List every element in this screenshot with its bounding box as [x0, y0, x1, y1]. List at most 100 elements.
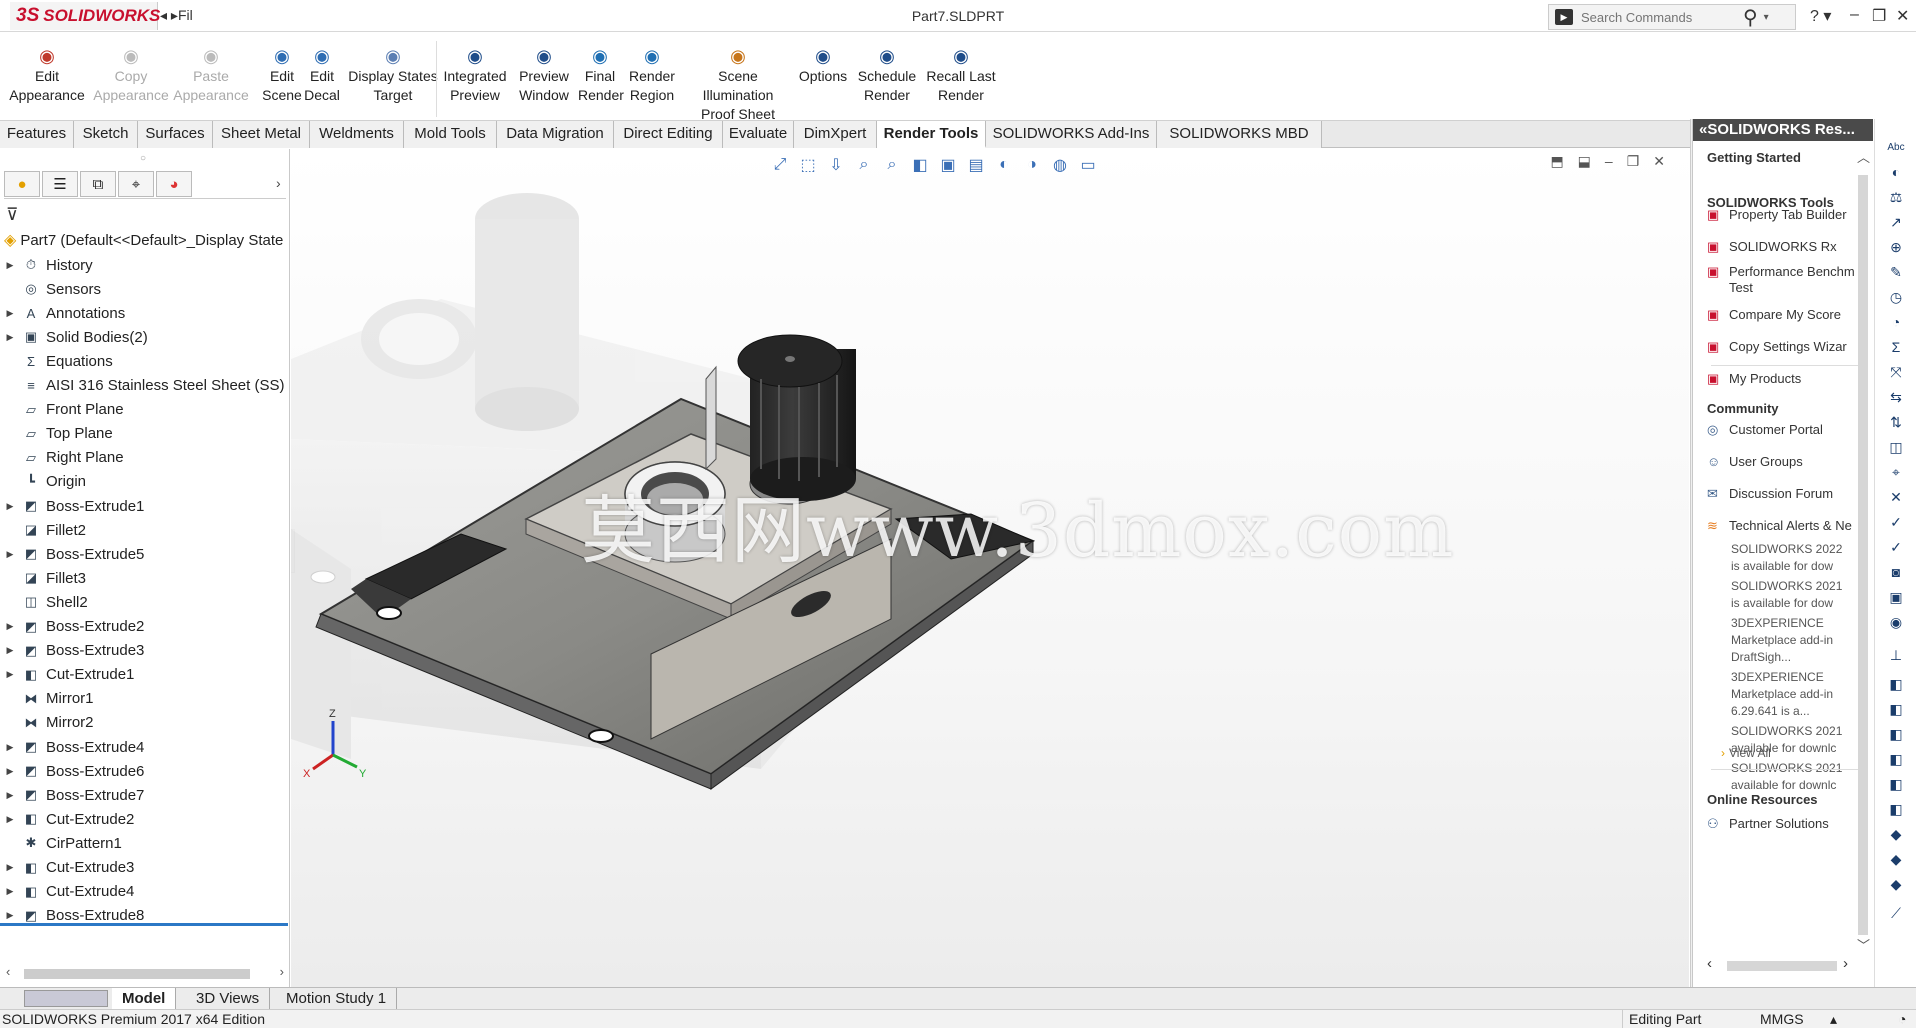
tab-evaluate[interactable]: Evaluate [723, 121, 794, 148]
part-root-node[interactable]: ◈ Part7 (Default<<Default>_Display State [4, 229, 290, 251]
expand-arrow-icon[interactable]: ▶ [0, 910, 20, 921]
tool-link[interactable]: ▣ Copy Settings Wizar [1707, 339, 1847, 355]
check-icon[interactable]: ◔ [1886, 312, 1906, 332]
property-manager-tab-icon[interactable]: ☰ [42, 171, 78, 197]
tree-node[interactable]: ⧓ Mirror1 [0, 687, 290, 711]
command-12[interactable]: ◉ Schedule Render [857, 47, 917, 105]
interference-icon[interactable]: ⤧ [1886, 362, 1906, 382]
tree-node[interactable]: ✱ CirPattern1 [0, 831, 290, 855]
community-link[interactable]: ☺ User Groups [1707, 454, 1803, 470]
anchor-icon[interactable]: ⊥ [1886, 645, 1906, 665]
news-item[interactable]: SOLIDWORKS 2021 available for downlc [1731, 760, 1861, 794]
expand-arrow-icon[interactable]: ▶ [0, 549, 20, 560]
filter-icon[interactable]: ⊽ [6, 205, 18, 225]
solidworks-logo[interactable]: 3S SOLIDWORKS [10, 2, 160, 30]
menu-toggle[interactable]: ◂ ▸Fil [160, 7, 196, 24]
chevron-right-icon[interactable]: › [276, 175, 281, 191]
scroll-left-icon[interactable]: ‹ [1707, 955, 1712, 972]
mass-properties-icon[interactable]: ⚖ [1886, 187, 1906, 207]
tree-node[interactable]: ▶ ◩ Boss-Extrude2 [0, 615, 290, 639]
expand-arrow-icon[interactable]: ▶ [0, 332, 20, 343]
expand-arrow-icon[interactable]: ▶ [0, 766, 20, 777]
view-left-icon[interactable]: ◧ [1886, 724, 1906, 744]
tab-direct-editing[interactable]: Direct Editing [614, 121, 723, 148]
task-pane-hscroll[interactable]: ‹ › [1707, 955, 1857, 973]
news-item[interactable]: 3DEXPERIENCE Marketplace add-in DraftSigh.… [1731, 615, 1861, 666]
search-commands[interactable]: ▶ ⚲ ▾ [1548, 4, 1796, 30]
tab-sheet-metal[interactable]: Sheet Metal [213, 121, 310, 148]
view-iso-icon[interactable]: ◆ [1886, 824, 1906, 844]
tree-node[interactable]: Σ Equations [0, 349, 290, 373]
verify-icon[interactable]: ✓ [1886, 512, 1906, 532]
tab-solidworks-add-ins[interactable]: SOLIDWORKS Add-Ins [986, 121, 1157, 148]
tool-link[interactable]: ▣ Property Tab Builder [1707, 207, 1847, 223]
tab-solidworks-mbd[interactable]: SOLIDWORKS MBD [1157, 121, 1322, 148]
task-pane-header[interactable]: «SOLIDWORKS Res... [1693, 119, 1873, 141]
tree-node[interactable]: ◫ Shell2 [0, 590, 290, 614]
scroll-right-icon[interactable]: › [280, 964, 284, 979]
view-trimetric-icon[interactable]: ◆ [1886, 874, 1906, 894]
search-icon[interactable]: ⚲ [1743, 5, 1758, 30]
chevron-down-icon[interactable]: ▾ [1764, 12, 1769, 23]
expand-arrow-icon[interactable]: ▶ [0, 621, 20, 632]
tree-node[interactable]: ▶ ◩ Boss-Extrude1 [0, 494, 290, 518]
splitter-grip[interactable]: ○ [140, 153, 146, 164]
markup-icon[interactable]: ✎ [1886, 262, 1906, 282]
scroll-up-icon[interactable]: ︿ [1857, 147, 1870, 166]
unit-system[interactable]: MMGS [1760, 1010, 1804, 1028]
expand-arrow-icon[interactable]: ▶ [0, 501, 20, 512]
news-item[interactable]: SOLIDWORKS 2021 is available for dow [1731, 578, 1861, 612]
tree-node[interactable]: ▶ ◩ Boss-Extrude7 [0, 783, 290, 807]
spell-check-icon[interactable]: Abc [1886, 137, 1906, 157]
community-link[interactable]: ◎ Customer Portal [1707, 422, 1823, 438]
expand-arrow-icon[interactable]: ▶ [0, 308, 20, 319]
configuration-manager-tab-icon[interactable]: ⧉ [80, 171, 116, 197]
tree-node[interactable]: ◪ Fillet2 [0, 518, 290, 542]
view-bottom-icon[interactable]: ◧ [1886, 799, 1906, 819]
check-icon[interactable]: ✓ [1886, 537, 1906, 557]
sensor-icon[interactable]: ⊕ [1886, 237, 1906, 257]
clearance-icon[interactable]: ⇆ [1886, 387, 1906, 407]
tree-node[interactable]: ◪ Fillet3 [0, 566, 290, 590]
getting-started-title[interactable]: Getting Started [1707, 150, 1801, 165]
tab-sketch[interactable]: Sketch [74, 121, 138, 148]
command-10[interactable]: ◉ Scene Illumination Proof Sheet [683, 47, 793, 124]
rollback-bar[interactable] [0, 923, 288, 926]
tab-navigation-arrows[interactable] [24, 990, 108, 1007]
minimize-button[interactable]: – [1850, 6, 1859, 24]
command-1[interactable]: ◉ Copy Appearance [92, 47, 170, 105]
tab-features[interactable]: Features [0, 121, 74, 148]
tree-node[interactable]: ⧓ Mirror2 [0, 711, 290, 735]
tab-weldments[interactable]: Weldments [310, 121, 404, 148]
command-4[interactable]: ◉ Edit Decal [302, 47, 342, 105]
task-pane-scrollbar[interactable]: ︿ ﹀ [1855, 147, 1871, 957]
scroll-thumb[interactable] [1858, 175, 1868, 935]
measure-icon[interactable]: ◐ [1886, 162, 1906, 182]
export-icon[interactable]: ▣ [1886, 587, 1906, 607]
horizontal-scrollbar[interactable]: ‹ › [4, 964, 286, 982]
tree-node[interactable]: ▶ A Annotations [0, 301, 290, 325]
dimxpert-manager-tab-icon[interactable]: ⌖ [118, 171, 154, 197]
color-icon[interactable]: ◙ [1886, 562, 1906, 582]
close-button[interactable]: ✕ [1896, 6, 1909, 26]
news-item[interactable]: SOLIDWORKS 2022 is available for dow [1731, 541, 1861, 575]
scroll-down-icon[interactable]: ﹀ [1857, 935, 1870, 954]
tab-surfaces[interactable]: Surfaces [138, 121, 213, 148]
unit-system-arrow[interactable]: ▴ [1830, 1010, 1837, 1028]
command-8[interactable]: ◉ Final Render [578, 47, 624, 105]
view-front-icon[interactable]: ◧ [1886, 674, 1906, 694]
tree-node[interactable]: ▶ ▣ Solid Bodies(2) [0, 325, 290, 349]
view-all-link[interactable]: › View All [1721, 745, 1771, 761]
expand-arrow-icon[interactable]: ▶ [0, 862, 20, 873]
command-2[interactable]: ◉ Paste Appearance [172, 47, 250, 105]
view-dimetric-icon[interactable]: ◆ [1886, 849, 1906, 869]
command-3[interactable]: ◉ Edit Scene [262, 47, 302, 105]
scroll-thumb[interactable] [24, 969, 250, 979]
equation-icon[interactable]: Σ [1886, 337, 1906, 357]
view-top-icon[interactable]: ◧ [1886, 774, 1906, 794]
news-item[interactable]: 3DEXPERIENCE Marketplace add-in 6.29.641 i… [1731, 669, 1861, 720]
expand-arrow-icon[interactable]: ▶ [0, 814, 20, 825]
search-input[interactable] [1581, 9, 1741, 25]
tree-node[interactable]: ≡ AISI 316 Stainless Steel Sheet (SS) [0, 374, 290, 398]
graphics-area[interactable]: ⤢ ⬚ ⇩ ⌕ ⌕ ◧ ▣ ▤ ◐ ◑ ◍ ▭ ⬒ ⬓ – ❐ ✕ Z X Y … [291, 149, 1689, 987]
